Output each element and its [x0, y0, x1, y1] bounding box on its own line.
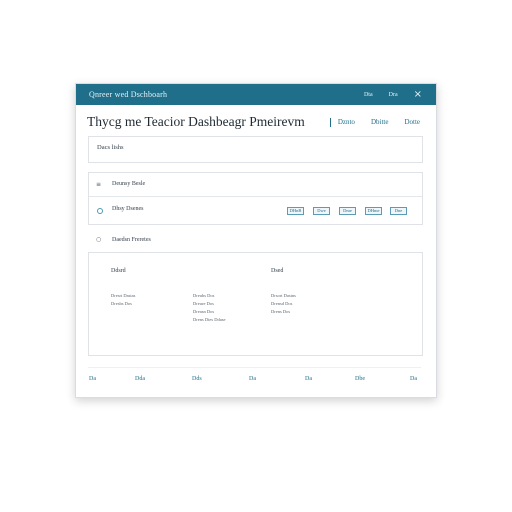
footer-link-1[interactable]: Da [89, 376, 96, 382]
page-title: Thycg me Teacior Dashbeagr Pmeirevm [87, 114, 305, 129]
window-titlebar: Qnreer wed Dschboarh Dta Dra × [76, 84, 436, 105]
footer-link-4[interactable]: Da [249, 376, 256, 382]
chip-4[interactable]: DHme [365, 207, 382, 215]
page-header: Thycg me Teacior Dashbeagr Pmeirevm Dznt… [76, 105, 436, 139]
footer-divider [88, 367, 421, 368]
header-link-3[interactable]: Dotte [404, 118, 420, 126]
footer-link-5[interactable]: Da [305, 376, 312, 382]
column-1-details: Dresrt Dastas Dresbs Dos [111, 293, 136, 306]
class-list-panel[interactable]: Dacs lishs [88, 136, 423, 163]
radio-button[interactable] [97, 208, 103, 214]
column-3-title: Dsed [271, 268, 284, 274]
column-3-details: Drsort Dastns Drensd Dos Drens Dos [271, 293, 296, 314]
class-list-label: Dacs lishs [97, 144, 124, 151]
column-1-title: Ddsrd [111, 268, 126, 274]
option-row-label: Dhsy Dsenes [112, 206, 144, 212]
header-separator [329, 117, 331, 127]
panel-divider [89, 196, 422, 197]
chip-1[interactable]: DHnB [287, 207, 304, 215]
app-window: Qnreer wed Dschboarh Dta Dra × Thycg me … [75, 83, 437, 398]
titlebar-button-2[interactable]: Dra [389, 92, 398, 98]
footer-link-7[interactable]: Da [410, 376, 417, 382]
footer-link-2[interactable]: Dda [135, 376, 145, 382]
circle-icon: ○ [96, 236, 102, 243]
titlebar-button-1[interactable]: Dta [364, 92, 373, 98]
filter-panel: ≡ Deunsy Besle Dhsy Dsenes [88, 172, 423, 225]
close-icon[interactable]: × [414, 89, 422, 100]
chip-2[interactable]: Dwe [313, 207, 330, 215]
footer-link-3[interactable]: Dds [192, 376, 202, 382]
menu-icon[interactable]: ≡ [96, 181, 101, 188]
chip-3[interactable]: Dme [339, 207, 356, 215]
section-label: Daedsn Freretes [112, 237, 151, 243]
filter-row-label: Deunsy Besle [112, 181, 146, 187]
header-link-2[interactable]: Dbitte [371, 118, 389, 126]
column-2-details: Dreubs Dos Dreure Dos Dreasn Dos Drens D… [193, 293, 226, 322]
chip-5[interactable]: Dne [390, 207, 407, 215]
header-link-1[interactable]: Dznto [338, 118, 355, 126]
footer-link-6[interactable]: Dbe [355, 376, 365, 382]
details-panel: Ddsrd Dresrt Dastas Dresbs Dos Dreubs Do… [88, 252, 423, 356]
window-title: Qnreer wed Dschboarh [89, 90, 168, 99]
